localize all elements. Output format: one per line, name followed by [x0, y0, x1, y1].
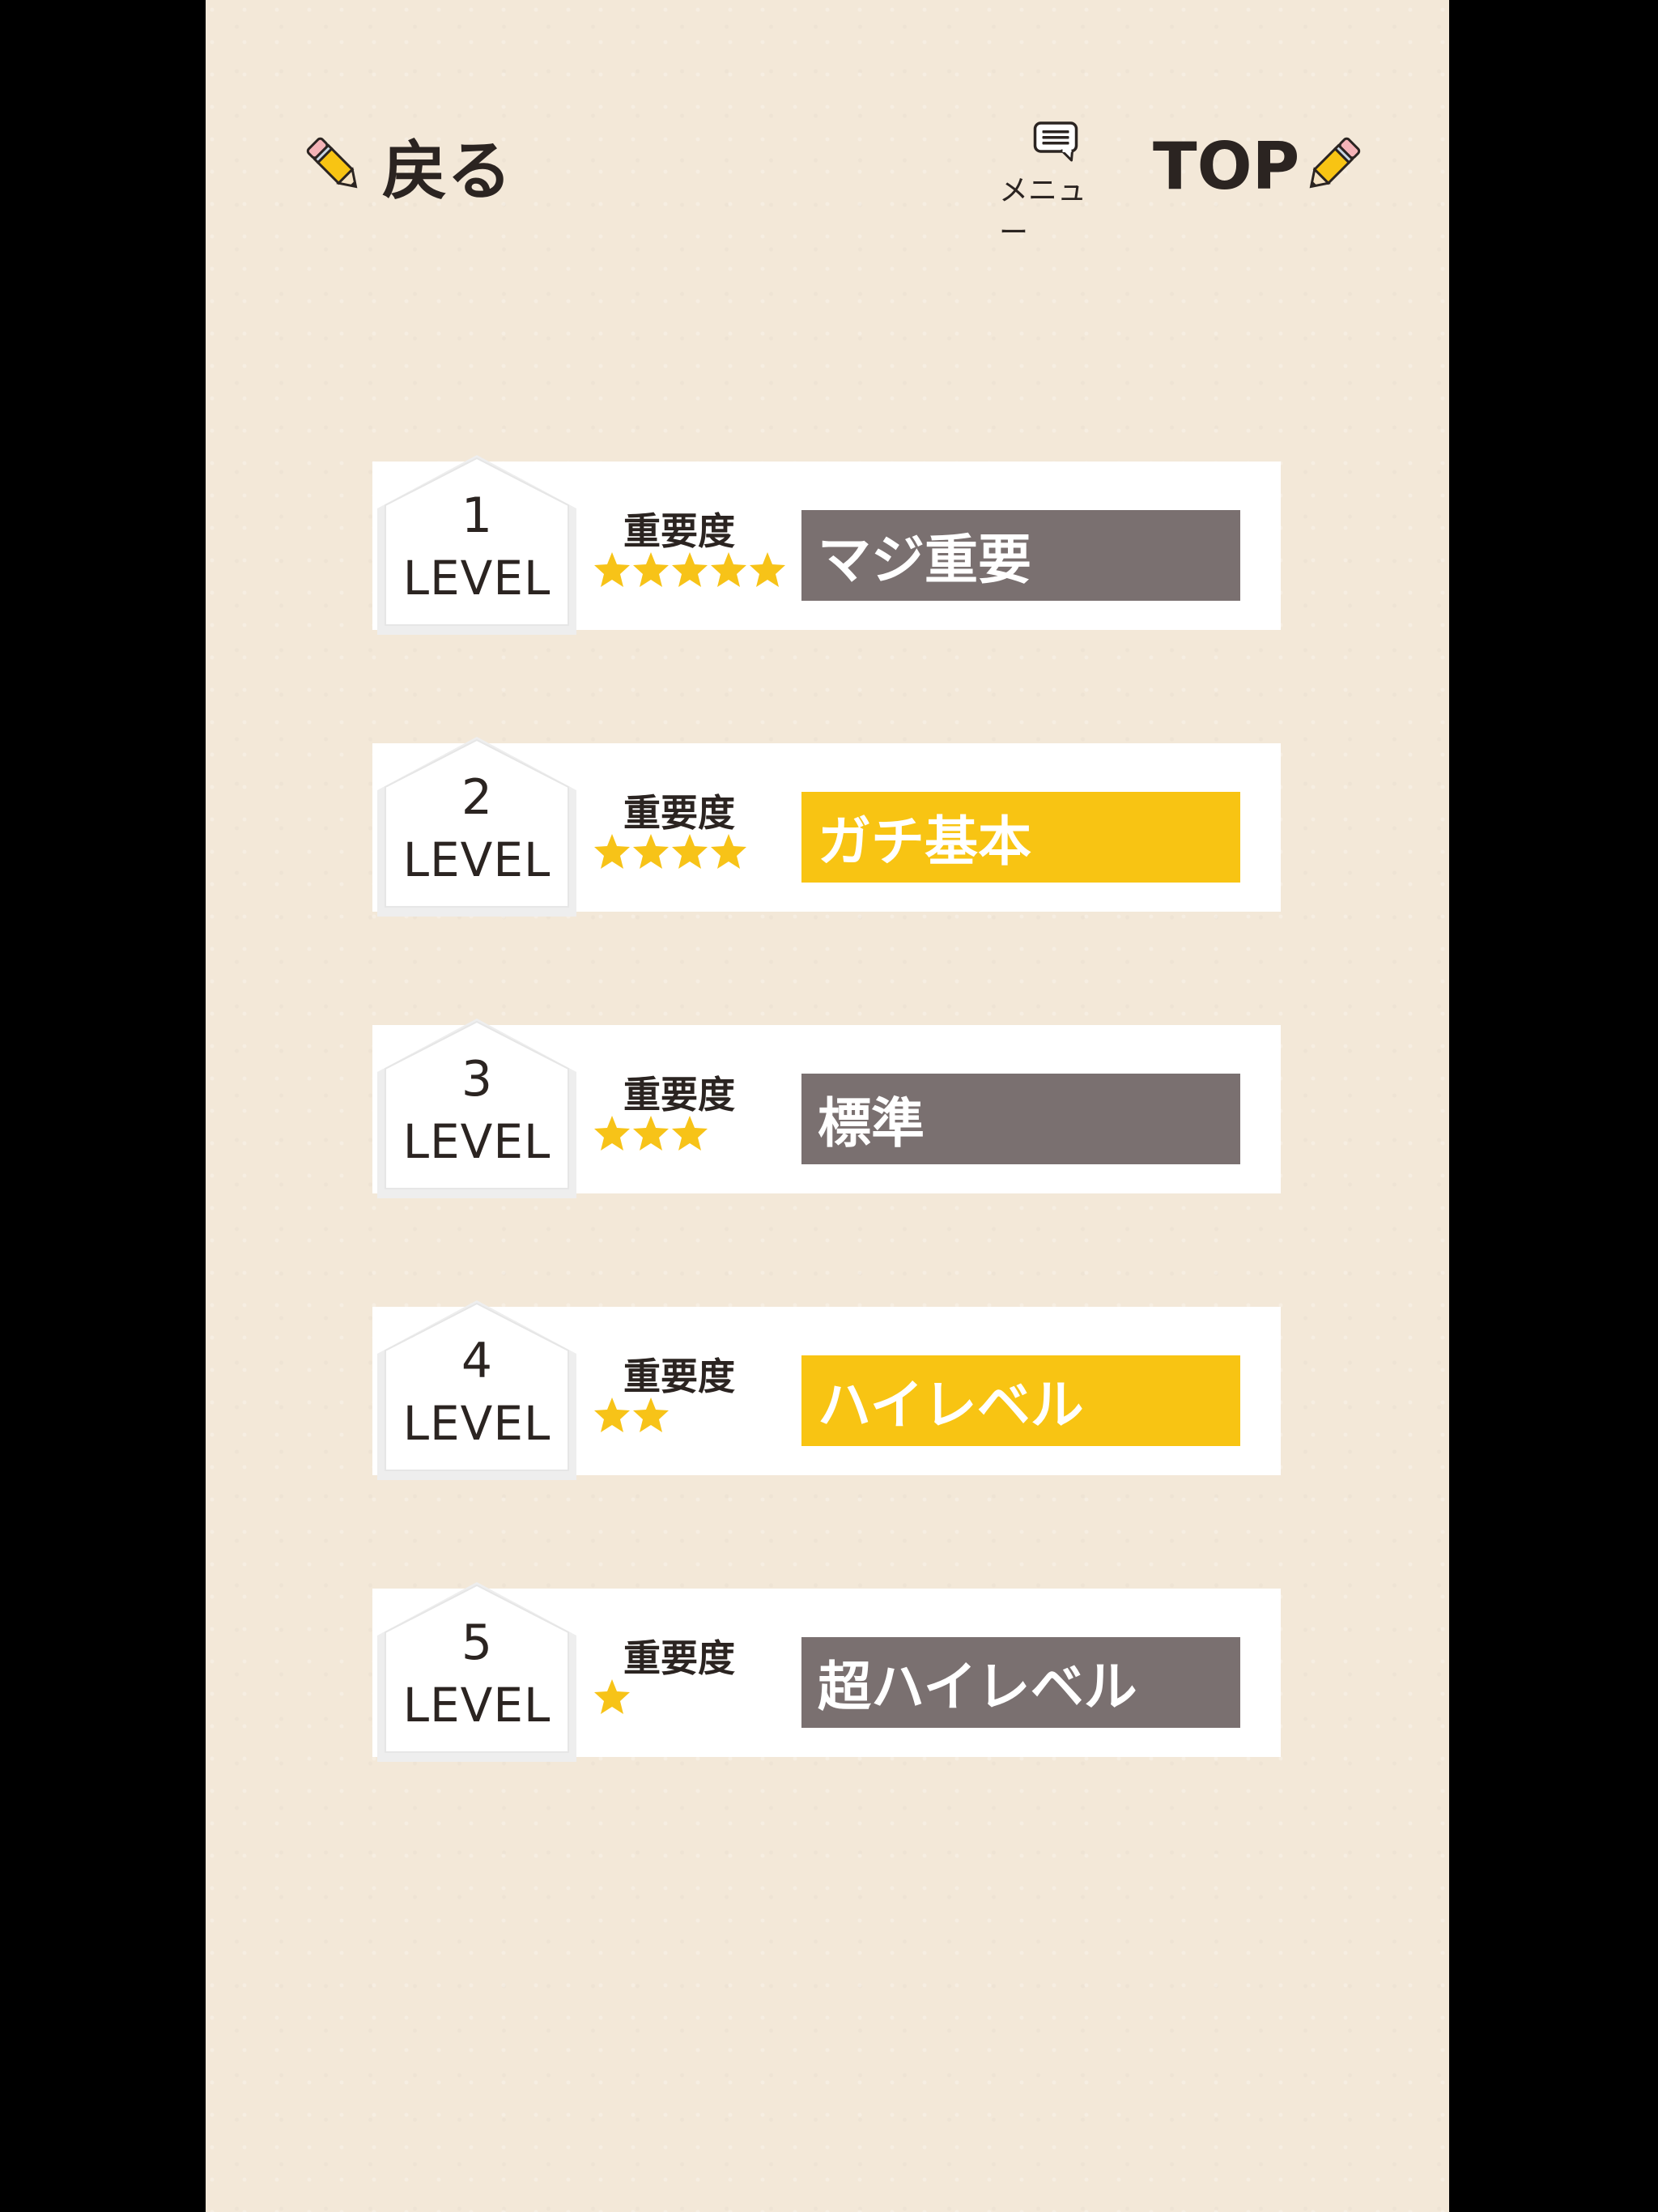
star-icon [594, 834, 630, 869]
star-icon [750, 552, 785, 587]
top-label: TOP [1153, 128, 1300, 204]
level-label: LEVEL [402, 1396, 551, 1451]
level-number: 4 [461, 1333, 493, 1389]
star-icon [633, 1116, 669, 1151]
level-label: LEVEL [402, 1678, 551, 1733]
star-rating [593, 551, 787, 589]
level-card-1[interactable]: 1 LEVEL 重要度 マジ重要 [372, 455, 1281, 635]
level-house-badge: 1 LEVEL [371, 450, 583, 636]
level-house-badge: 2 LEVEL [371, 732, 583, 918]
pencil-icon [306, 137, 358, 189]
star-icon [594, 1397, 630, 1432]
level-number: 2 [461, 769, 493, 826]
star-icon [711, 552, 746, 587]
top-button[interactable]: TOP [1153, 121, 1364, 211]
star-icon [633, 834, 669, 869]
level-badge: マジ重要 [801, 510, 1240, 601]
star-icon [633, 1397, 669, 1432]
pencil-icon [1309, 137, 1361, 189]
importance-label: 重要度 [623, 1355, 735, 1398]
level-house-badge: 5 LEVEL [371, 1577, 583, 1763]
level-badge: 超ハイレベル [801, 1637, 1240, 1728]
star-rating [593, 832, 748, 871]
importance-label: 重要度 [623, 509, 735, 553]
importance-label: 重要度 [623, 1636, 735, 1680]
star-icon [594, 1679, 630, 1714]
menu-button[interactable]: メニュー [999, 121, 1112, 251]
app-screen: 戻る メニュー TOP 1 LEVEL 重要度 マジ重要 2 LEVEL 重要度… [206, 0, 1449, 2212]
star-icon [672, 834, 708, 869]
level-number: 5 [461, 1614, 493, 1671]
level-house-badge: 4 LEVEL [371, 1295, 583, 1482]
star-icon [633, 552, 669, 587]
level-number: 3 [461, 1051, 493, 1108]
level-card-2[interactable]: 2 LEVEL 重要度 ガチ基本 [372, 737, 1281, 917]
star-rating [593, 1396, 670, 1435]
importance-label: 重要度 [623, 1073, 735, 1117]
star-icon [672, 552, 708, 587]
level-badge: ハイレベル [801, 1355, 1240, 1446]
level-number: 1 [461, 487, 493, 544]
star-icon [711, 834, 746, 869]
level-badge: 標準 [801, 1074, 1240, 1164]
level-card-4[interactable]: 4 LEVEL 重要度 ハイレベル [372, 1300, 1281, 1480]
level-label: LEVEL [402, 1114, 551, 1169]
star-icon [594, 552, 630, 587]
level-badge: ガチ基本 [801, 792, 1240, 883]
level-house-badge: 3 LEVEL [371, 1014, 583, 1200]
importance-label: 重要度 [623, 791, 735, 835]
star-icon [594, 1116, 630, 1151]
star-rating [593, 1114, 709, 1153]
star-rating [593, 1678, 631, 1716]
back-button[interactable]: 戻る [303, 121, 512, 211]
level-label: LEVEL [402, 551, 551, 606]
level-label: LEVEL [402, 832, 551, 887]
menu-label: メニュー [999, 174, 1087, 249]
level-card-5[interactable]: 5 LEVEL 重要度 超ハイレベル [372, 1582, 1281, 1762]
star-icon [672, 1116, 708, 1151]
level-card-3[interactable]: 3 LEVEL 重要度 標準 [372, 1019, 1281, 1198]
back-label: 戻る [382, 134, 512, 209]
chat-menu-icon [1033, 121, 1078, 162]
